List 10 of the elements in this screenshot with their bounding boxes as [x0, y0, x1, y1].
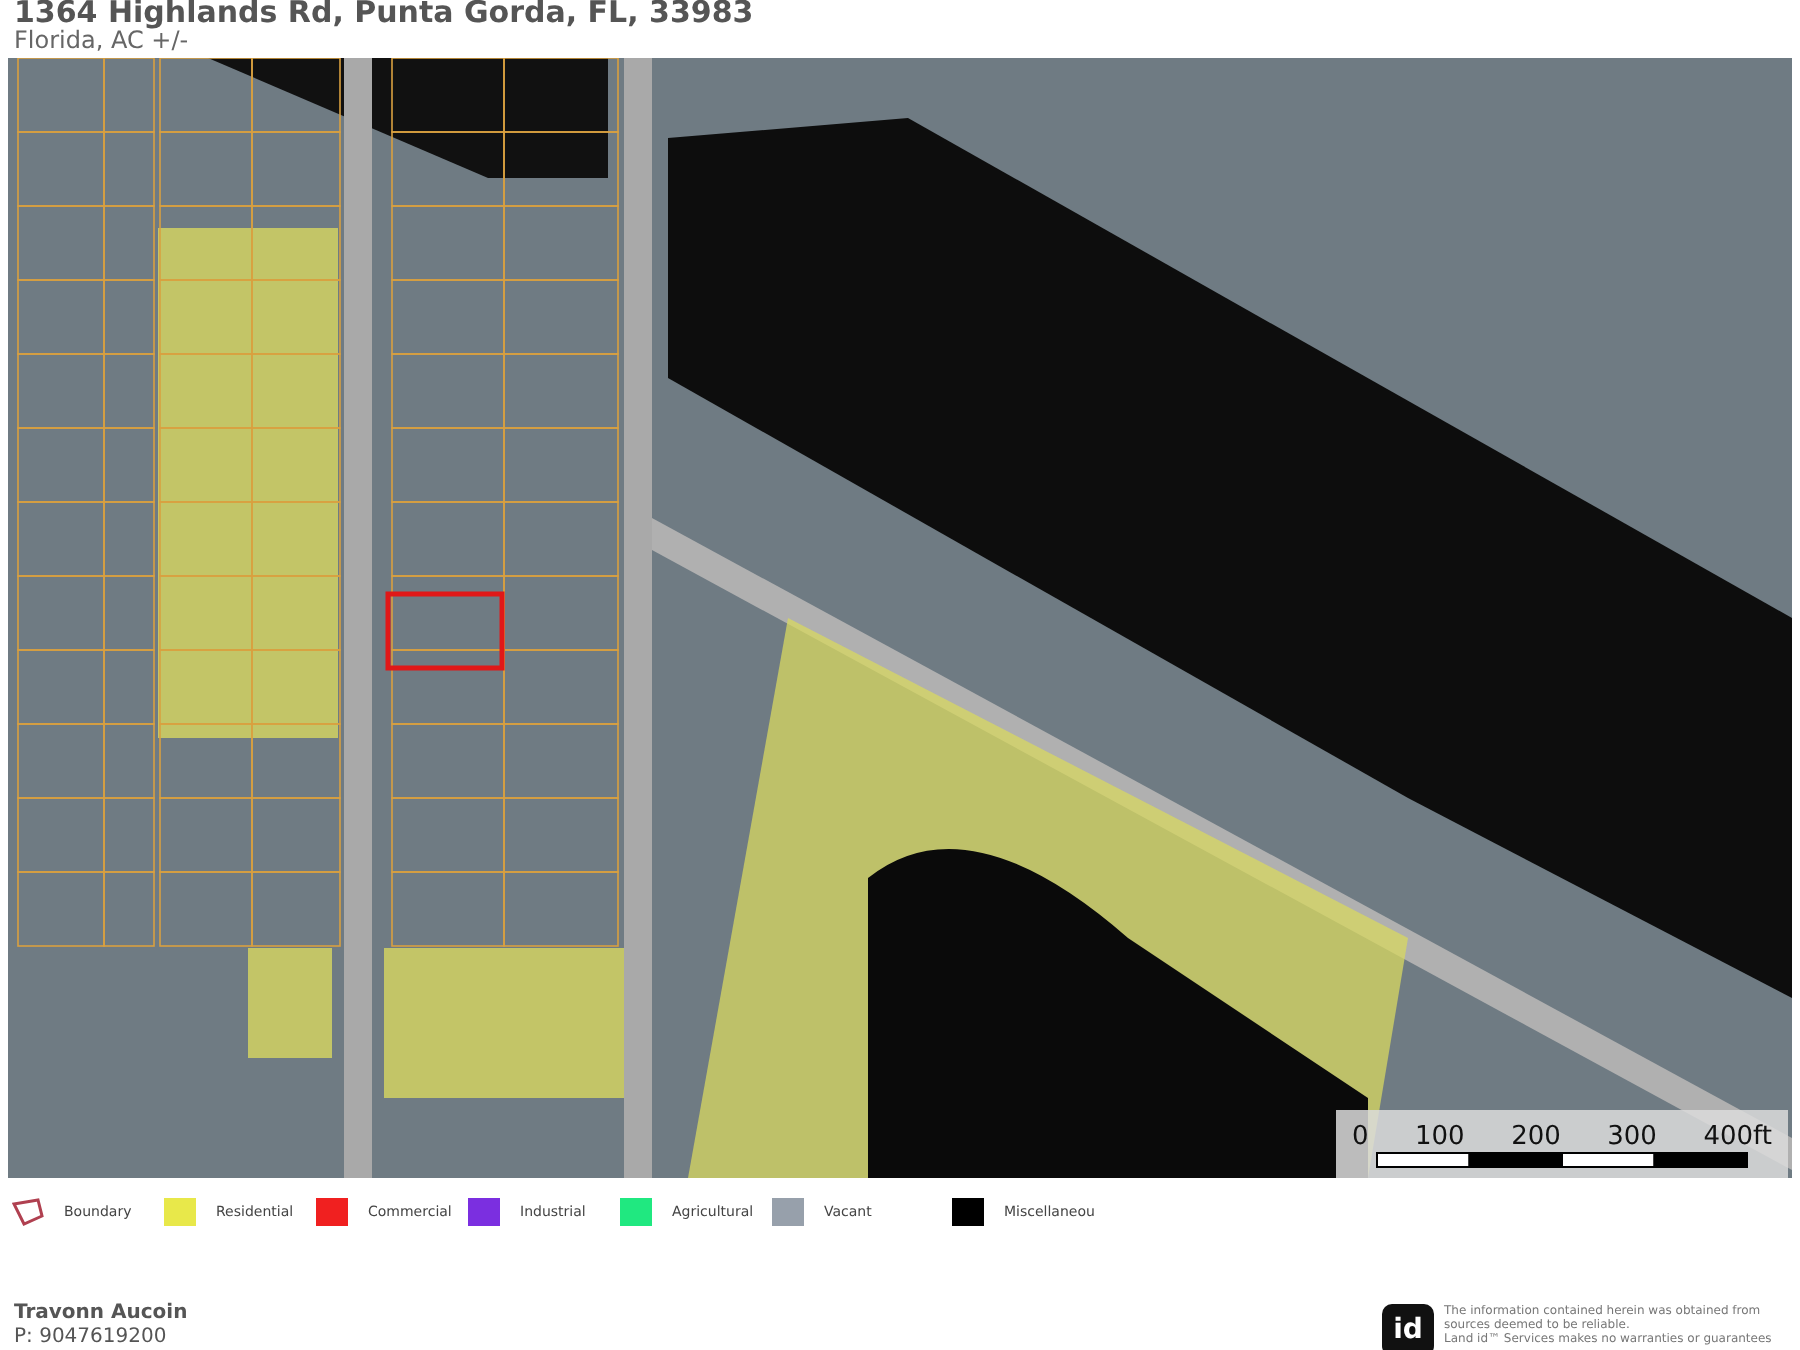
scale-bar-icon: [1376, 1151, 1748, 1167]
scale-label: 400ft: [1703, 1121, 1772, 1151]
scale-label: 300: [1607, 1121, 1657, 1151]
company-logo: id: [1382, 1304, 1434, 1350]
agent-phone: P: 9047619200: [14, 1326, 169, 1350]
agent-name: Travonn Aucoin: [14, 1300, 188, 1326]
scale-label: 0: [1352, 1121, 1369, 1151]
scale-label: 100: [1415, 1121, 1465, 1151]
property-location: Florida, AC +/-: [14, 26, 189, 56]
scale-label: 200: [1511, 1121, 1561, 1151]
